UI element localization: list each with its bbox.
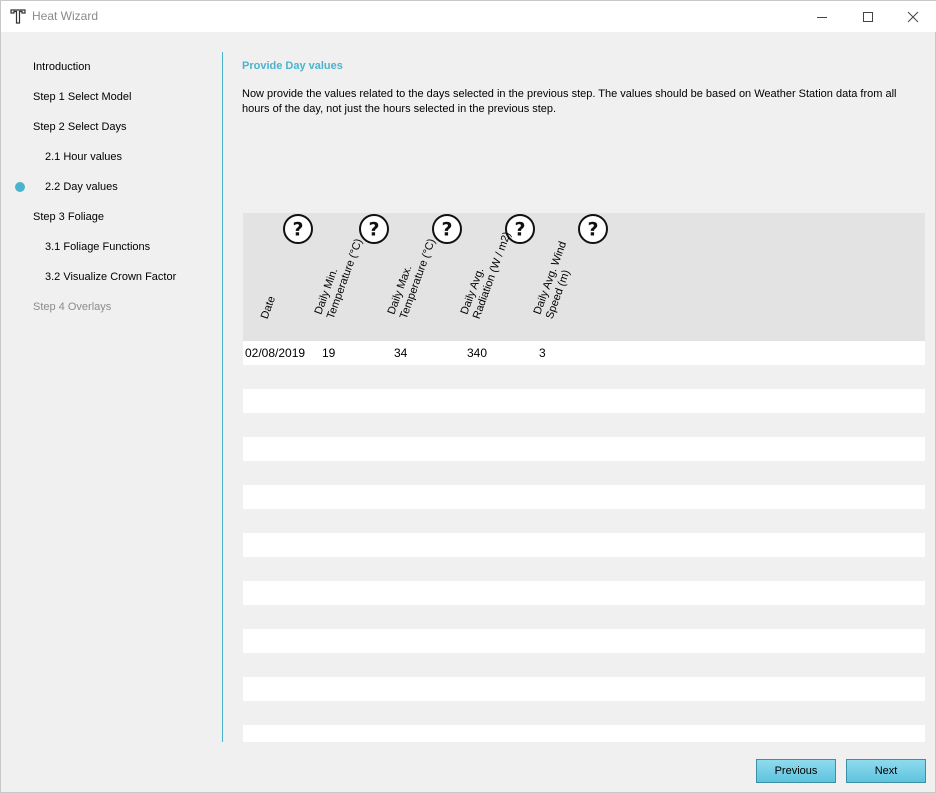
nav-item-label: 3.1 Foliage Functions (45, 241, 151, 253)
next-button[interactable]: Next (846, 759, 926, 783)
empty-table-row (243, 437, 925, 461)
nav-introduction[interactable]: Introduction (33, 57, 90, 77)
empty-table-row (243, 725, 925, 742)
empty-table-row (243, 605, 925, 629)
close-button[interactable] (890, 1, 936, 32)
empty-table-row (243, 485, 925, 509)
empty-table-row (243, 413, 925, 437)
column-header-date: Date (259, 295, 279, 321)
title-bar: Heat Wizard (1, 1, 936, 32)
empty-table-row (243, 389, 925, 413)
cell-daily-max-temperature[interactable]: 34 (394, 341, 407, 365)
nav-item-label: Step 2 Select Days (33, 121, 127, 133)
empty-table-row (243, 509, 925, 533)
help-icon[interactable]: ? (577, 213, 609, 245)
nav-step-3-foliage[interactable]: Step 3 Foliage (33, 207, 104, 227)
nav-item-label: 2.2 Day values (45, 181, 118, 193)
nav-item-label: 3.2 Visualize Crown Factor (45, 271, 177, 283)
table-header: ? ? ? ? ? Date Daily Min. Temperature (°… (243, 213, 925, 341)
maximize-icon (863, 11, 873, 22)
nav-item-label: Step 3 Foliage (33, 211, 104, 223)
nav-step-2-select-days[interactable]: Step 2 Select Days (33, 117, 127, 137)
previous-button[interactable]: Previous (756, 759, 836, 783)
current-step-indicator (15, 182, 25, 192)
column-header-daily-avg-radiation: Daily Avg. Radiation (W / m2) (459, 226, 515, 321)
svg-text:?: ? (292, 219, 303, 241)
page-title: Provide Day values (242, 60, 343, 72)
nav-3-1-foliage-functions[interactable]: 3.1 Foliage Functions (45, 237, 150, 257)
nav-3-2-visualize-crown-factor[interactable]: 3.2 Visualize Crown Factor (45, 267, 176, 287)
minimize-icon (817, 16, 827, 18)
svg-text:?: ? (368, 219, 379, 241)
nav-item-label: Introduction (33, 61, 91, 73)
empty-table-row (243, 629, 925, 653)
cell-daily-avg-radiation[interactable]: 340 (467, 341, 487, 365)
empty-table-row (243, 701, 925, 725)
column-header-daily-min-temperature: Daily Min. Temperature (°C) (313, 233, 366, 321)
empty-table-row (243, 533, 925, 557)
column-header-daily-avg-wind-speed: Daily Avg. Wind Speed (m) (532, 240, 583, 321)
tygron-t-icon (10, 9, 26, 24)
svg-text:?: ? (587, 219, 598, 241)
nav-item-label: 2.1 Hour values (45, 151, 123, 163)
empty-table-row (243, 365, 925, 389)
table-row[interactable]: 02/08/2019 19 34 340 3 (243, 341, 925, 365)
cell-daily-min-temperature[interactable]: 19 (322, 341, 335, 365)
column-header-daily-max-temperature: Daily Max. Temperature (°C) (386, 233, 439, 321)
minimize-button[interactable] (799, 1, 845, 32)
heat-wizard-window: Heat Wizard Introduction Step 1 Select M… (0, 0, 936, 793)
sidebar-divider (222, 52, 223, 742)
window-title: Heat Wizard (32, 9, 99, 23)
empty-table-row (243, 581, 925, 605)
empty-table-row (243, 461, 925, 485)
nav-item-label: Step 1 Select Model (33, 91, 132, 103)
day-values-table: ? ? ? ? ? Date Daily Min. Temperature (°… (243, 213, 925, 742)
close-icon (907, 11, 919, 22)
column-header-line1: Date (258, 294, 279, 321)
nav-step-4-overlays: Step 4 Overlays (33, 297, 111, 317)
nav-2-2-day-values[interactable]: 2.2 Day values (45, 177, 118, 197)
empty-table-row (243, 677, 925, 701)
empty-table-row (243, 557, 925, 581)
maximize-button[interactable] (845, 1, 891, 32)
svg-text:?: ? (441, 219, 452, 241)
empty-table-row (243, 653, 925, 677)
cell-date[interactable]: 02/08/2019 (245, 341, 305, 365)
page-description: Now provide the values related to the da… (242, 88, 897, 115)
nav-step-1-select-model[interactable]: Step 1 Select Model (33, 87, 131, 107)
nav-item-label: Step 4 Overlays (33, 301, 112, 313)
wizard-step-nav: Introduction Step 1 Select Model Step 2 … (1, 52, 222, 742)
help-icon[interactable]: ? (282, 213, 314, 245)
cell-daily-avg-wind-speed[interactable]: 3 (539, 341, 546, 365)
nav-2-1-hour-values[interactable]: 2.1 Hour values (45, 147, 122, 167)
svg-text:?: ? (514, 219, 525, 241)
